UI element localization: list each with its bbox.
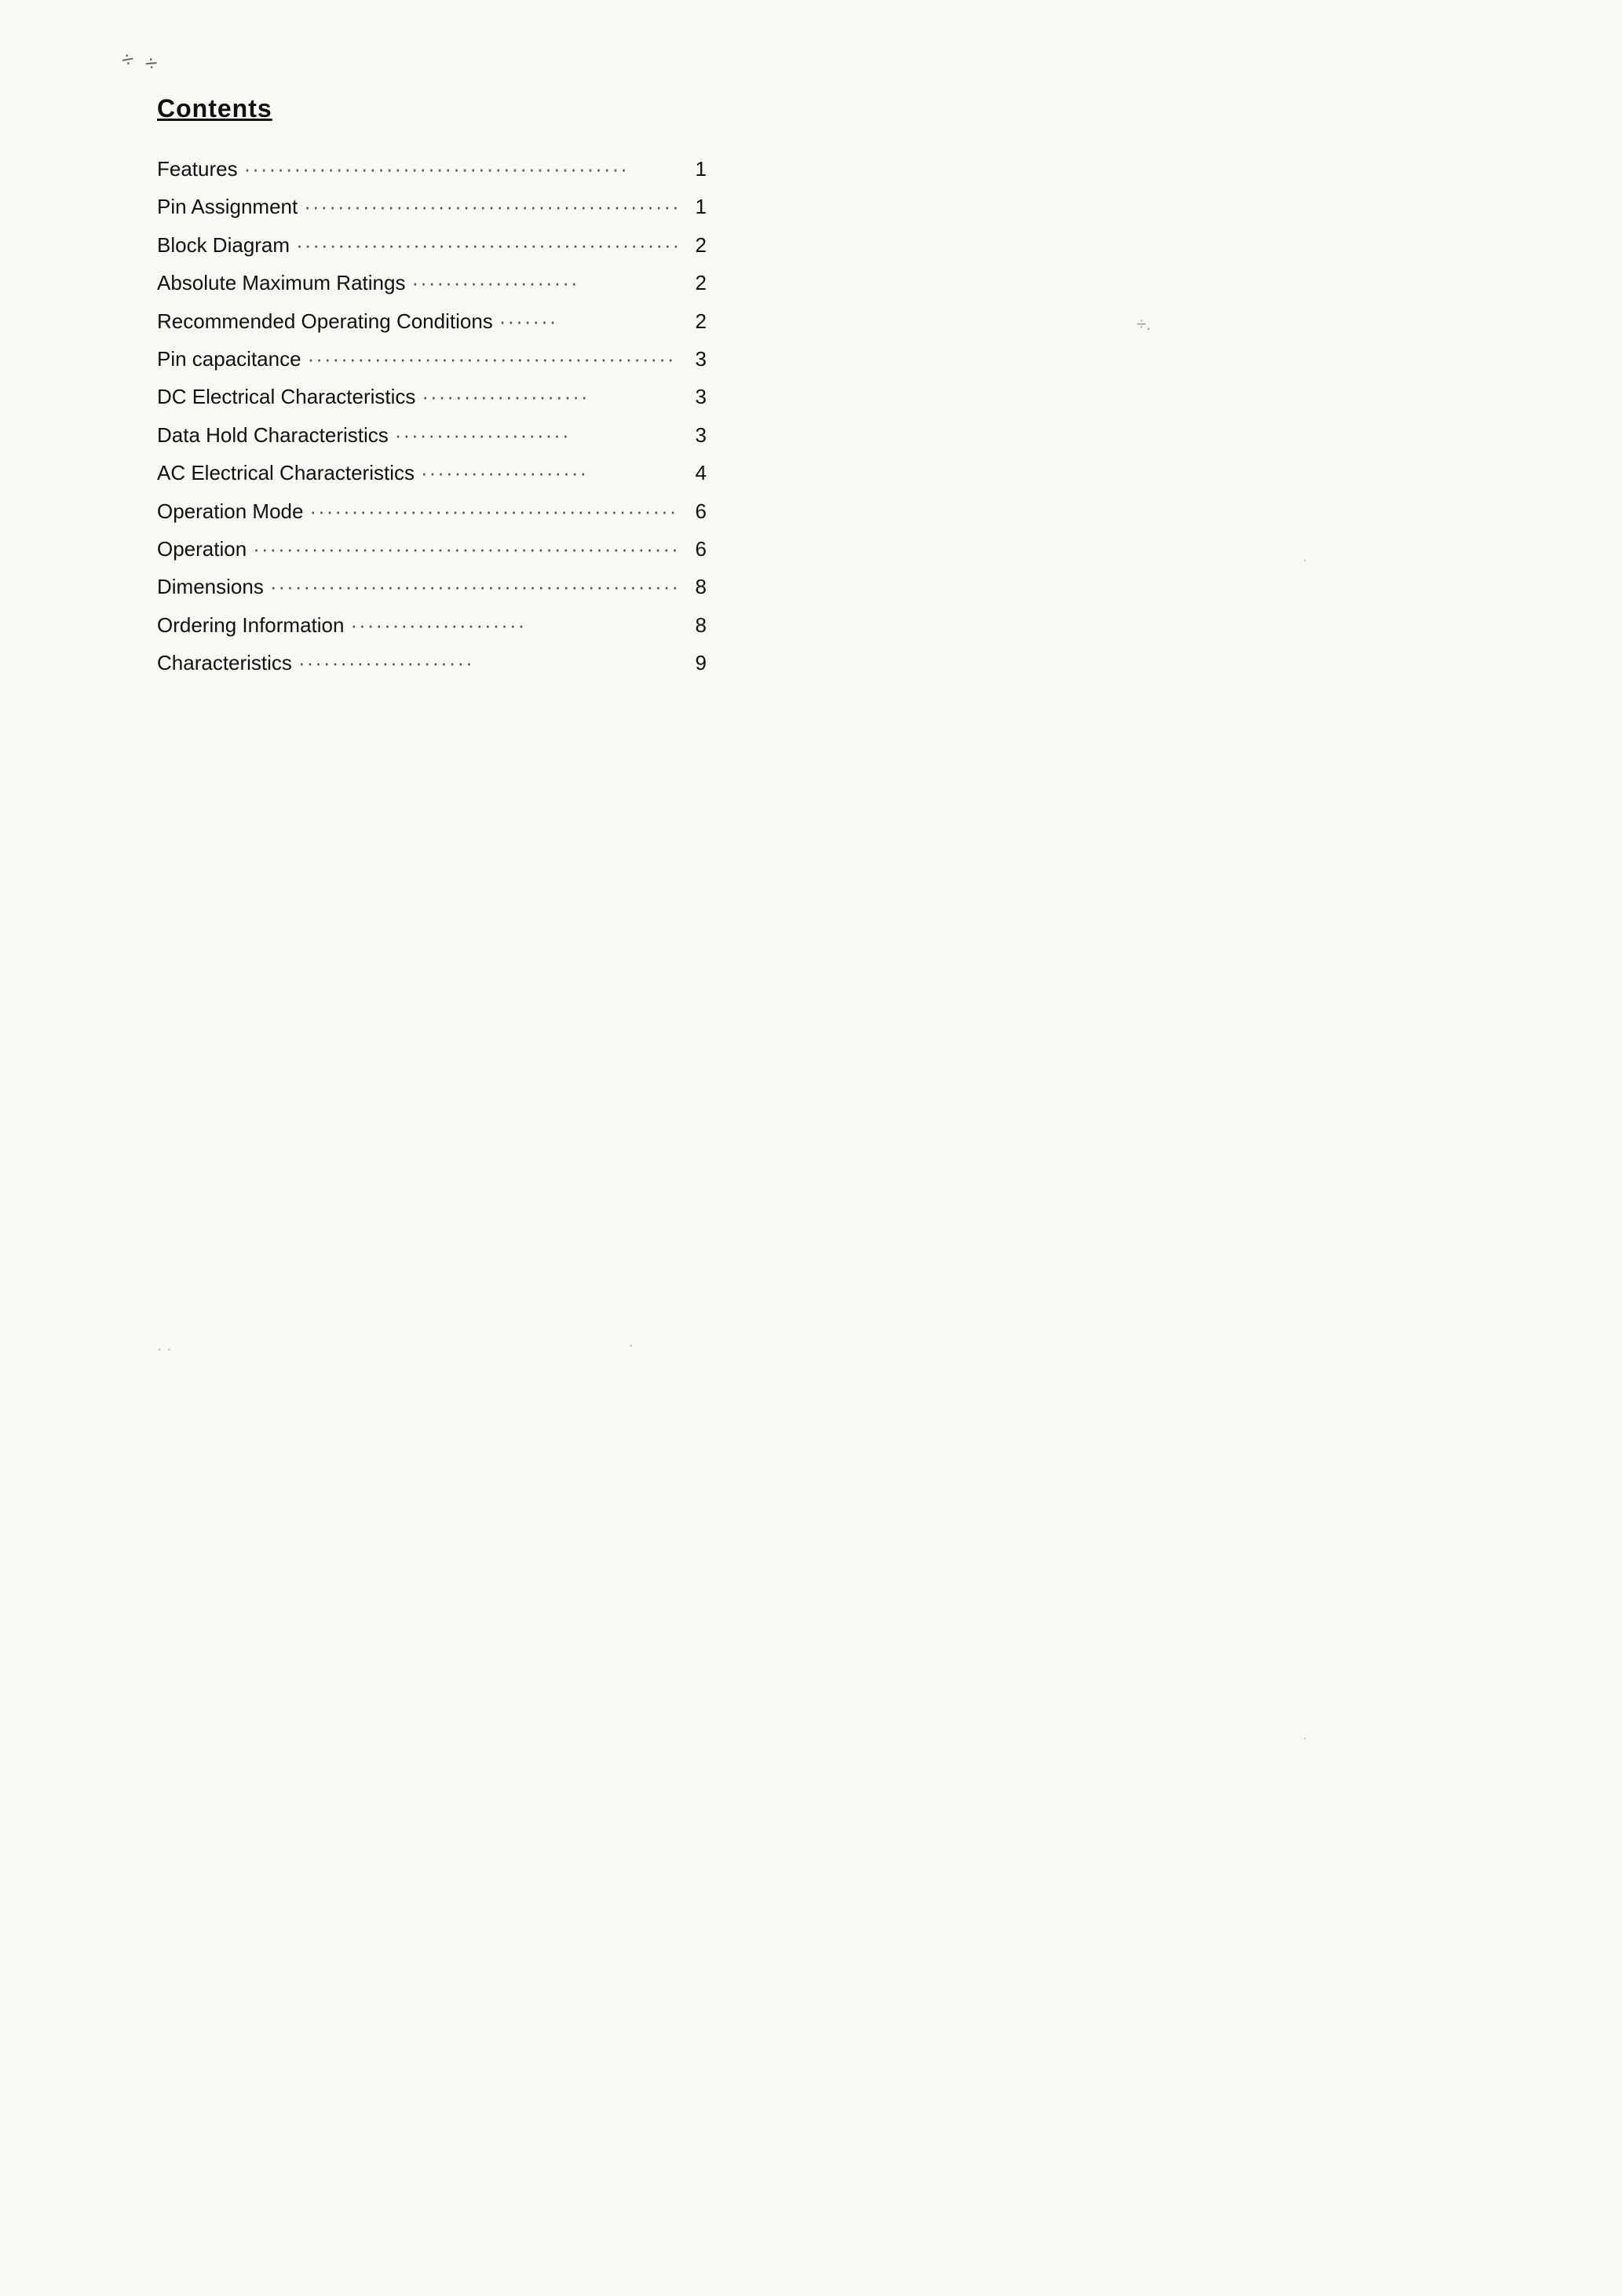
toc-label-operation: Operation [157, 535, 247, 563]
toc-dots-data-hold-char: ····················· [395, 421, 677, 449]
toc-label-data-hold-char: Data Hold Characteristics [157, 421, 389, 449]
toc-row-dc-elec-char: DC Electrical Characteristics ··········… [157, 382, 707, 411]
toc-label-operation-mode: Operation Mode [157, 497, 303, 525]
toc-label-block-diagram: Block Diagram [157, 231, 290, 259]
toc-row-features: Features ·······························… [157, 155, 707, 183]
toc-page-block-diagram: 2 [683, 231, 707, 259]
toc-row-block-diagram: Block Diagram ··························… [157, 231, 707, 259]
toc-page-characteristics: 9 [683, 649, 707, 677]
toc-label-dc-elec-char: DC Electrical Characteristics [157, 382, 415, 411]
toc-dots-operation-mode: ········································… [309, 497, 677, 525]
toc-dots-features: ········································… [244, 155, 677, 183]
toc-row-operation-mode: Operation Mode ·························… [157, 497, 707, 525]
content-area: Contents Features ······················… [157, 94, 707, 686]
toc-dots-ac-elec-char: ···················· [421, 459, 677, 487]
toc-page-pin-assignment: 1 [683, 192, 707, 221]
toc-row-ordering-info: Ordering Information ···················… [157, 611, 707, 639]
toc-page-dimensions: 8 [683, 572, 707, 601]
toc-label-pin-assignment: Pin Assignment [157, 192, 298, 221]
corner-mark-1: ÷ [119, 46, 136, 73]
toc-row-data-hold-char: Data Hold Characteristics ··············… [157, 421, 707, 449]
toc-page-operation: 6 [683, 535, 707, 563]
toc-dots-dc-elec-char: ···················· [422, 382, 677, 411]
toc-page-features: 1 [683, 155, 707, 183]
toc-page-pin-capacitance: 3 [683, 345, 707, 373]
toc-label-ac-elec-char: AC Electrical Characteristics [157, 459, 415, 487]
toc-label-dimensions: Dimensions [157, 572, 264, 601]
toc-dots-operation: ········································… [253, 535, 677, 563]
corner-mark-2: ÷ [144, 50, 159, 76]
toc-page-operation-mode: 6 [683, 497, 707, 525]
page: ÷ ÷ ÷. . . · · · Contents Features ·····… [0, 0, 1622, 2296]
toc-row-pin-assignment: Pin Assignment ·························… [157, 192, 707, 221]
toc-row-rec-op-conditions: Recommended Operating Conditions ·······… [157, 307, 707, 335]
toc-label-pin-capacitance: Pin capacitance [157, 345, 301, 373]
bottom-center-mark: · [628, 1335, 634, 1355]
toc-list: Features ·······························… [157, 155, 707, 677]
side-mark: ÷. [1137, 314, 1151, 335]
toc-dots-pin-assignment: ········································… [304, 192, 677, 221]
toc-label-characteristics: Characteristics [157, 649, 292, 677]
toc-dots-characteristics: ····················· [298, 649, 677, 677]
bottom-right-mark2: · [1302, 1727, 1308, 1748]
toc-row-abs-max-ratings: Absolute Maximum Ratings ···············… [157, 269, 707, 297]
toc-dots-pin-capacitance: ········································… [308, 345, 677, 373]
toc-page-abs-max-ratings: 2 [683, 269, 707, 297]
toc-label-ordering-info: Ordering Information [157, 611, 344, 639]
toc-row-dimensions: Dimensions ·····························… [157, 572, 707, 601]
toc-row-ac-elec-char: AC Electrical Characteristics ··········… [157, 459, 707, 487]
toc-dots-block-diagram: ········································… [296, 231, 677, 259]
toc-label-abs-max-ratings: Absolute Maximum Ratings [157, 269, 405, 297]
toc-label-features: Features [157, 155, 238, 183]
toc-row-operation: Operation ······························… [157, 535, 707, 563]
toc-page-data-hold-char: 3 [683, 421, 707, 449]
toc-row-pin-capacitance: Pin capacitance ························… [157, 345, 707, 373]
bottom-right-mark: · [1302, 550, 1308, 570]
toc-dots-dimensions: ········································… [270, 572, 677, 601]
toc-page-ordering-info: 8 [683, 611, 707, 639]
toc-dots-rec-op-conditions: ······· [499, 307, 677, 335]
toc-row-characteristics: Characteristics ····················· 9 [157, 649, 707, 677]
toc-page-dc-elec-char: 3 [683, 382, 707, 411]
toc-page-rec-op-conditions: 2 [683, 307, 707, 335]
contents-title: Contents [157, 94, 707, 123]
toc-dots-ordering-info: ····················· [350, 611, 677, 639]
toc-page-ac-elec-char: 4 [683, 459, 707, 487]
toc-label-rec-op-conditions: Recommended Operating Conditions [157, 307, 493, 335]
bottom-left-mark: . . [157, 1335, 171, 1355]
toc-dots-abs-max-ratings: ···················· [411, 269, 677, 297]
